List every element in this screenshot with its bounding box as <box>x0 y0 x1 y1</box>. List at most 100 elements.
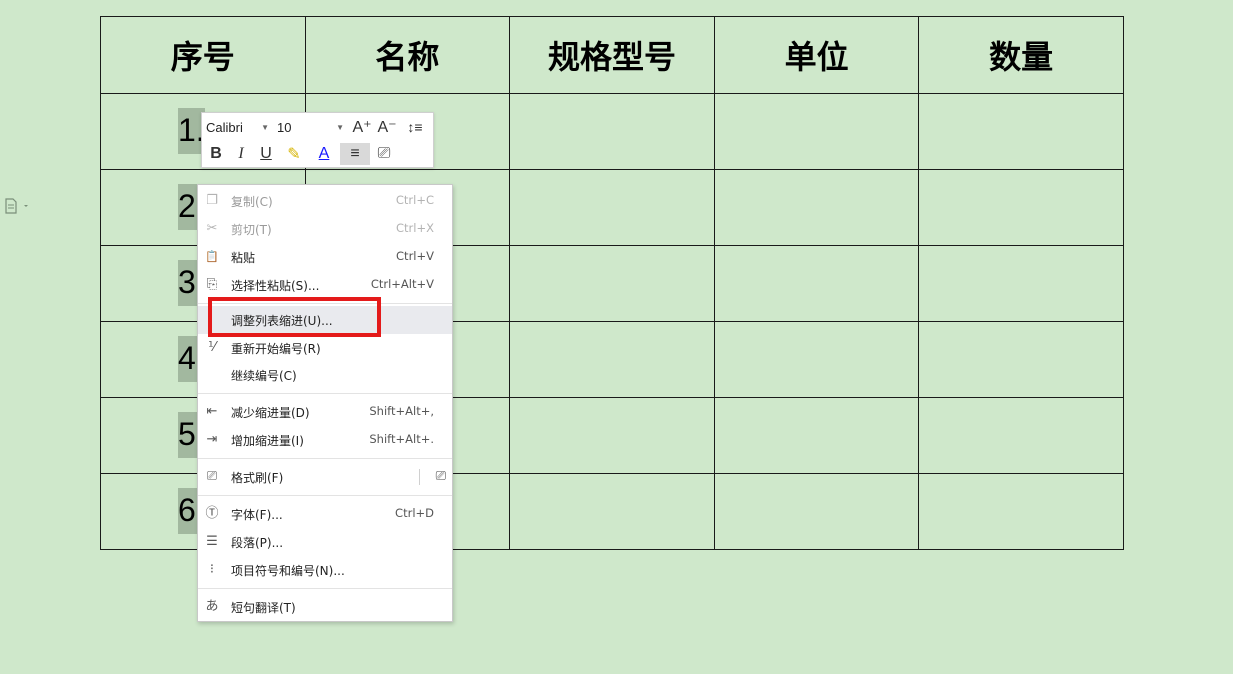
format-painter-icon: ⎚ <box>206 469 218 484</box>
translate-icon: あ <box>205 599 219 614</box>
menu-item-translate[interactable]: あ 短句翻译(T) <box>198 593 452 621</box>
format-painter-lock-icon[interactable]: ⎚ <box>436 469 446 484</box>
menu-separator <box>198 458 452 459</box>
menu-item-cut[interactable]: ✂ 剪切(T) Ctrl+X <box>198 215 452 243</box>
header-cell-quantity[interactable]: 数量 <box>918 16 1124 94</box>
table-cell[interactable] <box>918 169 1124 246</box>
annotation-highlight-box <box>208 297 381 337</box>
toolbar-row-style: B I U ✎ A ≡ ⎚ <box>202 141 395 167</box>
menu-item-shortcut: Shift+Alt+. <box>369 432 434 446</box>
menu-item-label: 段落(P)... <box>231 536 284 550</box>
menu-item-decrease-indent[interactable]: ⇤ 减少缩进量(D) Shift+Alt+, <box>198 398 452 426</box>
menu-item-label: 减少缩进量(D) <box>231 406 310 420</box>
menu-item-label: 短句翻译(T) <box>231 601 296 615</box>
bold-icon[interactable]: B <box>205 143 227 165</box>
header-cell-spec[interactable]: 规格型号 <box>509 16 715 94</box>
menu-item-bullets-numbering[interactable]: ⁝ 项目符号和编号(N)... <box>198 556 452 584</box>
header-cell-index[interactable]: 序号 <box>100 16 306 94</box>
menu-item-shortcut: Ctrl+C <box>395 193 434 207</box>
paste-icon: 📋 <box>205 250 219 263</box>
font-name-value: Calibri <box>206 119 243 135</box>
row-number: 5 <box>178 416 196 452</box>
menu-item-label: 选择性粘贴(S)... <box>231 279 320 293</box>
menu-item-copy[interactable]: ❐ 复制(C) Ctrl+C <box>198 187 452 215</box>
table-cell[interactable] <box>918 397 1124 474</box>
table-cell[interactable] <box>918 245 1124 322</box>
header-cell-name[interactable]: 名称 <box>304 16 511 94</box>
table-cell[interactable] <box>918 93 1124 170</box>
menu-item-restart-numbering[interactable]: ⅟ 重新开始编号(R) <box>198 334 452 362</box>
paragraph-icon: ☰ <box>206 534 218 549</box>
align-icon[interactable]: ≡ <box>340 143 370 165</box>
cut-icon: ✂ <box>206 221 218 236</box>
floating-format-toolbar: Calibri ▼ 10 ▼ A⁺ A⁻ ↕≡ B I U ✎ A ≡ ⎚ <box>201 112 434 168</box>
menu-item-shortcut: Ctrl+X <box>396 221 434 235</box>
highlight-color-icon[interactable]: ✎ <box>280 143 308 165</box>
table-cell[interactable] <box>509 169 715 246</box>
table-cell[interactable] <box>918 473 1124 550</box>
header-row: 序号 名称 规格型号 单位 数量 <box>100 16 1124 94</box>
menu-item-label: 复制(C) <box>231 195 273 209</box>
menu-item-label: 粘贴 <box>231 251 256 265</box>
menu-item-label: 字体(F)... <box>231 508 283 522</box>
toolbar-row-font: Calibri ▼ 10 ▼ A⁺ A⁻ ↕≡ <box>202 114 429 140</box>
table-cell[interactable] <box>713 169 920 246</box>
table-cell[interactable] <box>509 321 715 398</box>
paste-special-icon: ⎘ <box>206 277 218 292</box>
font-name-select[interactable]: Calibri ▼ <box>202 116 273 138</box>
menu-item-increase-indent[interactable]: ⇥ 增加缩进量(I) Shift+Alt+. <box>198 426 452 454</box>
menu-item-shortcut: Shift+Alt+, <box>369 404 434 418</box>
menu-item-format-painter[interactable]: ⎚ 格式刷(F) ⎚ <box>198 463 452 491</box>
menu-item-divider <box>419 469 420 485</box>
row-number: 4 <box>178 340 196 376</box>
menu-separator <box>198 495 452 496</box>
row-number: 6 <box>178 492 196 528</box>
row-number: 3 <box>178 264 196 300</box>
restart-numbering-icon: ⅟ <box>208 340 216 355</box>
row-number: 2 <box>178 188 196 224</box>
menu-item-shortcut: Ctrl+Alt+V <box>370 277 434 291</box>
menu-item-paste-special[interactable]: ⎘ 选择性粘贴(S)... Ctrl+Alt+V <box>198 271 452 299</box>
table-cell[interactable] <box>713 321 920 398</box>
menu-item-font[interactable]: Ⓣ 字体(F)... Ctrl+D <box>198 500 452 528</box>
underline-icon[interactable]: U <box>255 143 277 165</box>
font-icon: Ⓣ <box>205 506 219 521</box>
table-cell[interactable] <box>713 93 920 170</box>
font-size-value: 10 <box>277 119 292 135</box>
italic-icon[interactable]: I <box>230 143 252 165</box>
decrease-indent-icon: ⇤ <box>206 404 218 419</box>
menu-item-continue-numbering[interactable]: 继续编号(C) <box>198 361 452 389</box>
line-spacing-icon[interactable]: ↕≡ <box>401 116 429 138</box>
table-cell[interactable] <box>918 321 1124 398</box>
menu-item-label: 格式刷(F) <box>231 471 284 485</box>
header-cell-unit[interactable]: 单位 <box>713 16 920 94</box>
table-cell[interactable] <box>509 93 715 170</box>
increase-indent-icon: ⇥ <box>206 432 218 447</box>
menu-item-paragraph[interactable]: ☰ 段落(P)... <box>198 528 452 556</box>
menu-separator <box>198 588 452 589</box>
grow-font-icon[interactable]: A⁺ <box>351 116 373 138</box>
table-cell[interactable] <box>509 397 715 474</box>
format-painter-icon[interactable]: ⎚ <box>373 143 395 165</box>
context-menu: ❐ 复制(C) Ctrl+C ✂ 剪切(T) Ctrl+X 📋 粘贴 Ctrl+… <box>197 184 453 622</box>
menu-separator <box>198 393 452 394</box>
font-size-select[interactable]: 10 ▼ <box>273 116 348 138</box>
table-cell[interactable] <box>713 473 920 550</box>
table-cell[interactable] <box>509 245 715 322</box>
menu-item-shortcut: Ctrl+V <box>396 249 434 263</box>
font-color-icon[interactable]: A <box>311 143 337 165</box>
table-cell[interactable] <box>713 397 920 474</box>
chevron-down-icon: ▼ <box>261 123 269 132</box>
copy-icon: ❐ <box>206 193 218 208</box>
menu-item-label: 剪切(T) <box>231 223 272 237</box>
menu-item-label: 继续编号(C) <box>231 369 297 383</box>
menu-item-paste[interactable]: 📋 粘贴 Ctrl+V <box>198 243 452 271</box>
document-options-icon[interactable] <box>4 198 30 214</box>
shrink-font-icon[interactable]: A⁻ <box>376 116 398 138</box>
menu-item-label: 项目符号和编号(N)... <box>231 564 345 578</box>
chevron-down-icon: ▼ <box>336 123 344 132</box>
menu-item-label: 增加缩进量(I) <box>231 434 304 448</box>
table-cell[interactable] <box>509 473 715 550</box>
menu-item-label: 重新开始编号(R) <box>231 342 321 356</box>
table-cell[interactable] <box>713 245 920 322</box>
